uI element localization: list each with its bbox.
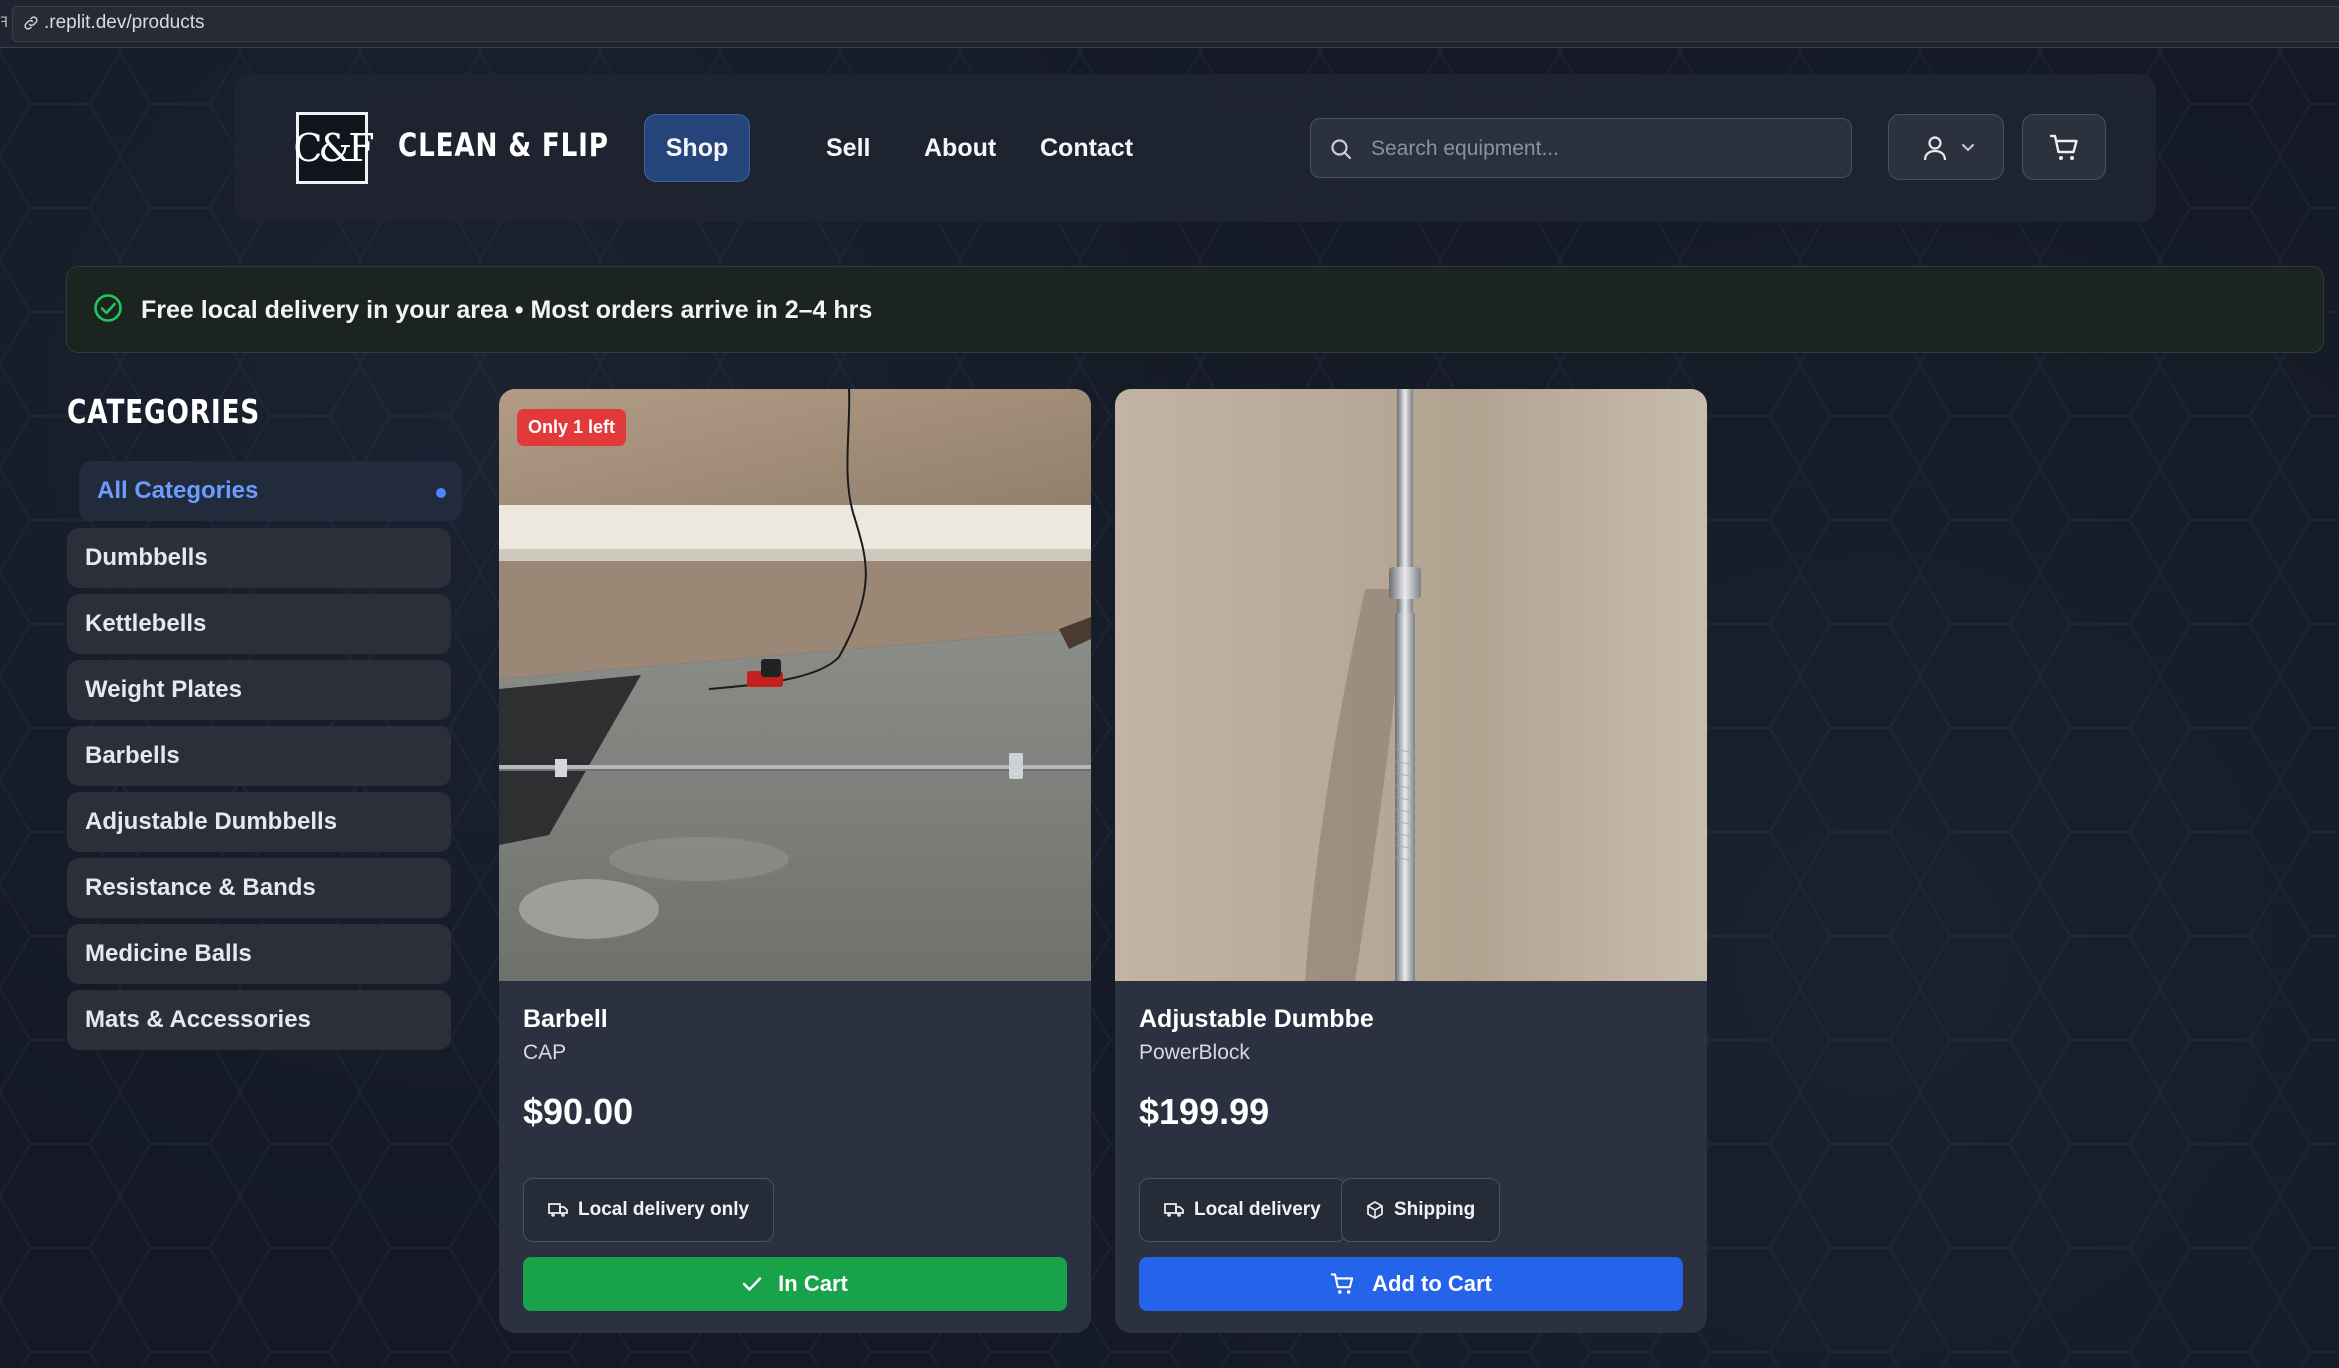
category-label: Resistance & Bands [85, 874, 316, 901]
chip-label: Shipping [1394, 1199, 1476, 1220]
cta-label: In Cart [778, 1271, 848, 1296]
category-dumbbells[interactable]: Dumbbells [67, 528, 451, 588]
banner-text: Free local delivery in your area • Most … [141, 296, 873, 324]
check-circle-icon [94, 294, 122, 322]
product-price: $199.99 [1139, 1091, 1270, 1132]
active-indicator-dot [436, 488, 446, 498]
site-header: C&F CLEAN & FLIP Shop Sell About Contact [234, 74, 2156, 222]
category-label: Adjustable Dumbbells [85, 808, 338, 835]
brand-name[interactable]: CLEAN & FLIP [398, 126, 609, 164]
package-icon [1367, 1201, 1383, 1219]
product-brand: PowerBlock [1139, 1041, 1250, 1064]
logo[interactable]: C&F [293, 112, 375, 184]
category-label: All Categories [97, 477, 259, 504]
category-label: Mats & Accessories [85, 1006, 311, 1033]
nav-shop[interactable]: Shop [644, 114, 750, 182]
category-adjustable-dumbbells[interactable]: Adjustable Dumbbells [67, 792, 451, 852]
categories-heading: CATEGORIES [67, 392, 261, 431]
truck-icon [1164, 1203, 1184, 1217]
delivery-chip: Local delivery only [523, 1178, 775, 1242]
category-mats-accessories[interactable]: Mats & Accessories [67, 990, 451, 1050]
address-url[interactable]: .replit.dev/products [44, 12, 205, 34]
product-card[interactable]: Adjustable Dumbbe PowerBlock $199.99 Loc… [1115, 389, 1707, 1333]
category-label: Kettlebells [85, 610, 207, 637]
category-label: Barbells [85, 742, 180, 769]
category-weight-plates[interactable]: Weight Plates [67, 660, 451, 720]
product-card[interactable]: Only 1 left Barbell CAP $90.00 Local del… [499, 389, 1091, 1333]
category-barbells[interactable]: Barbells [67, 726, 451, 786]
chip-label: Local delivery only [578, 1199, 750, 1220]
window-edge-icon: ꟻ [0, 14, 9, 30]
chevron-down-icon [1962, 144, 1974, 152]
category-label: Medicine Balls [85, 940, 252, 967]
product-image-adjustable-dumbbell[interactable] [1115, 389, 1707, 981]
product-image-barbell[interactable] [499, 389, 1091, 981]
product-name[interactable]: Barbell [523, 1005, 608, 1034]
browser-address-bar: ꟻ .replit.dev/products [0, 0, 2339, 48]
stock-badge: Only 1 left [517, 409, 627, 446]
category-resistance-bands[interactable]: Resistance & Bands [67, 858, 451, 918]
link-icon [24, 16, 38, 30]
nav-about[interactable]: About [902, 114, 1018, 182]
page: ꟻ .replit.dev/products C&F CLEAN & FLIP … [0, 0, 2339, 1368]
product-price: $90.00 [523, 1091, 634, 1132]
nav-sell[interactable]: Sell [804, 114, 892, 182]
category-kettlebells[interactable]: Kettlebells [67, 594, 451, 654]
cart-icon [1330, 1273, 1354, 1294]
add-to-cart-button[interactable]: Add to Cart [1139, 1257, 1683, 1311]
delivery-chip: Local delivery [1139, 1178, 1346, 1242]
product-brand: CAP [523, 1041, 567, 1064]
cart-icon [2049, 134, 2078, 160]
delivery-banner: Free local delivery in your area • Most … [66, 266, 2324, 353]
cart-button[interactable] [2022, 114, 2106, 180]
cta-label: Add to Cart [1372, 1271, 1492, 1296]
search-input[interactable] [1371, 133, 1831, 165]
account-menu-button[interactable] [1888, 114, 2004, 180]
truck-icon [548, 1203, 568, 1217]
chip-label: Local delivery [1194, 1199, 1321, 1220]
check-icon [742, 1277, 762, 1291]
category-medicine-balls[interactable]: Medicine Balls [67, 924, 451, 984]
shipping-chip: Shipping [1341, 1178, 1501, 1242]
user-icon [1923, 136, 1947, 161]
logo-text: C&F [293, 126, 374, 170]
search-icon [1331, 139, 1352, 160]
category-label: Weight Plates [85, 676, 242, 703]
address-field[interactable] [12, 6, 2339, 42]
category-all[interactable]: All Categories [79, 461, 462, 521]
nav-contact[interactable]: Contact [1018, 114, 1155, 182]
product-name[interactable]: Adjustable Dumbbe [1139, 1005, 1374, 1034]
category-label: Dumbbells [85, 544, 208, 571]
in-cart-button[interactable]: In Cart [523, 1257, 1067, 1311]
search-box[interactable] [1310, 118, 1852, 178]
